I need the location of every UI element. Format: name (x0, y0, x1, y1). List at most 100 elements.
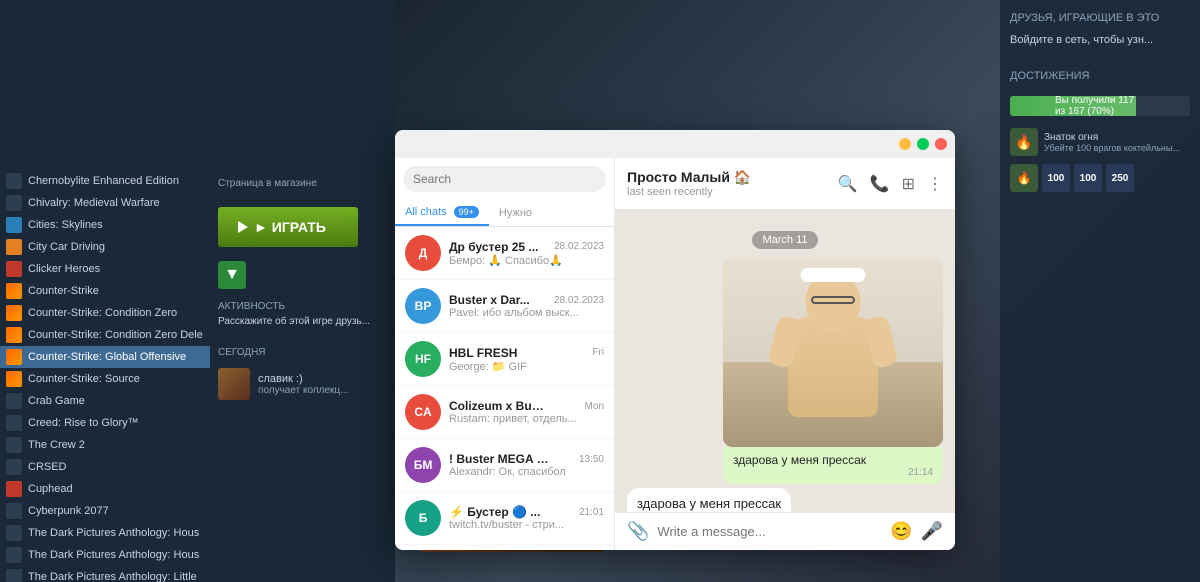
game-name: Crab Game (28, 395, 85, 407)
chat-item[interactable]: БМ! Buster MEGA S...13:50Alexandr: Ок, с… (395, 439, 614, 492)
game-item[interactable]: Counter-Strike: Global Offensive (0, 346, 210, 368)
close-button[interactable] (935, 138, 947, 150)
chat-item[interactable]: BPBuster x Dar...28.02.2023Pavel: ибо ал… (395, 280, 614, 333)
game-list: Chernobylite Enhanced Edition Chivalry: M… (0, 170, 210, 582)
ach-icon-100-2: 100 (1074, 164, 1102, 192)
game-item[interactable]: Counter-Strike: Source (0, 368, 210, 390)
telegram-right-panel: Просто Малый 🏠 last seen recently 🔍 📞 ⊞ … (615, 130, 955, 550)
chat-time: Mon (585, 401, 604, 412)
game-item[interactable]: Chivalry: Medieval Warfare (0, 192, 210, 214)
game-icon (6, 459, 22, 475)
game-item[interactable]: Counter-Strike: Condition Zero Dele (0, 324, 210, 346)
game-icon (6, 437, 22, 453)
game-icon (6, 173, 22, 189)
attach-icon[interactable]: 📎 (627, 521, 649, 542)
chat-avatar: HF (405, 341, 441, 377)
achievement-progress-bar: Вы получили 117 из 167 (70%) (1010, 96, 1190, 116)
game-name: City Car Driving (28, 241, 105, 253)
chat-item[interactable]: HFHBL FRESHFriGeorge: 📁 GIF (395, 333, 614, 386)
player-avatar (218, 368, 250, 400)
search-icon[interactable]: 🔍 (838, 174, 858, 194)
game-icon (6, 503, 22, 519)
game-item[interactable]: Counter-Strike: Condition Zero (0, 302, 210, 324)
game-item[interactable]: The Crew 2 (0, 434, 210, 456)
search-container (395, 158, 614, 200)
ach-icon-fire: 🔥 (1010, 164, 1038, 192)
game-item[interactable]: The Dark Pictures Anthology: Hous (0, 544, 210, 566)
game-name: Cyberpunk 2077 (28, 505, 109, 517)
game-icon (6, 393, 22, 409)
game-item[interactable]: City Car Driving (0, 236, 210, 258)
chat-item[interactable]: Б⚡ Бустер 🔵 ...21:01twitch.tv/buster - с… (395, 492, 614, 545)
store-page-link[interactable]: Страница в магазине (210, 170, 395, 197)
message-input[interactable] (657, 524, 882, 539)
chat-info: Colizeum x Buster ...MonRustam: привет, … (449, 399, 604, 425)
game-name: Chernobylite Enhanced Edition (28, 175, 179, 187)
chat-status: last seen recently (627, 186, 838, 198)
today-label: СЕГОДНЯ (210, 343, 395, 362)
chat-image (723, 257, 943, 447)
maximize-button[interactable] (917, 138, 929, 150)
all-chats-badge: 99+ (454, 206, 479, 218)
nado-tab[interactable]: Нужно (489, 201, 542, 225)
date-divider: March 11 (627, 230, 943, 249)
player-info: славик :) получает коллекц... (258, 373, 348, 396)
game-icon (6, 239, 22, 255)
player-activity-item: славик :) получает коллекц... (210, 362, 395, 406)
game-item[interactable]: The Dark Pictures Anthology: Hous (0, 522, 210, 544)
game-item[interactable]: Cities: Skylines (0, 214, 210, 236)
chat-item[interactable]: ДДр бустер 25 ...28.02.2023Бемро: 🙏 Спас… (395, 227, 614, 280)
game-icon (6, 349, 22, 365)
emoji-icon[interactable]: 😊 (890, 521, 912, 542)
received-message: здарова у меня прессак 21:14 (627, 488, 943, 512)
achievement-icons-row: 🔥 100 100 250 (1000, 160, 1200, 196)
call-icon[interactable]: 📞 (870, 174, 890, 194)
messages-area: March 11 (615, 210, 955, 512)
chat-avatar: БМ (405, 447, 441, 483)
game-icon (6, 371, 22, 387)
game-name: Creed: Rise to Glory™ (28, 417, 139, 429)
chat-preview: Бемро: 🙏 Спасибо🙏 (449, 254, 604, 267)
image-message-bubble: здарова у меня прессак 21:14 (723, 257, 943, 484)
steam-activity-section: АКТИВНОСТЬ Расскажите об этой игре друзь… (210, 293, 395, 343)
more-icon[interactable]: ⋮ (927, 174, 943, 194)
dropdown-button[interactable]: ▼ (218, 261, 246, 289)
all-chats-tab[interactable]: All chats 99+ (395, 200, 489, 226)
chat-item[interactable]: CAColizeum x Buster ...MonRustam: привет… (395, 386, 614, 439)
chat-preview: George: 📁 GIF (449, 360, 604, 373)
game-item[interactable]: The Dark Pictures Anthology: Little (0, 566, 210, 582)
chat-avatar: BP (405, 288, 441, 324)
search-input[interactable] (403, 166, 606, 192)
game-item[interactable]: Counter-Strike (0, 280, 210, 302)
play-button[interactable]: ► ИГРАТЬ (218, 207, 358, 247)
chat-name: ! Buster MEGA S... (449, 452, 549, 466)
game-icon (6, 569, 22, 582)
mic-icon[interactable]: 🎤 (921, 521, 943, 542)
achievement-icon-1: 🔥 (1010, 128, 1038, 156)
layout-icon[interactable]: ⊞ (902, 174, 915, 194)
player-name: славик :) (258, 373, 348, 385)
game-item[interactable]: Crab Game (0, 390, 210, 412)
game-item[interactable]: Cyberpunk 2077 (0, 500, 210, 522)
friends-status: Войдите в сеть, чтобы узн... (1000, 30, 1200, 50)
game-name: Counter-Strike (28, 285, 99, 297)
game-name: Counter-Strike: Condition Zero (28, 307, 177, 319)
game-item[interactable]: Creed: Rise to Glory™ (0, 412, 210, 434)
steam-sidebar: Chernobylite Enhanced Edition Chivalry: M… (0, 0, 210, 582)
ach-icon-100-1: 100 (1042, 164, 1070, 192)
game-item[interactable]: CRSED (0, 456, 210, 478)
game-icon (6, 327, 22, 343)
steam-main-panel: Страница в магазине ► ИГРАТЬ ▼ АКТИВНОСТ… (210, 0, 395, 582)
game-icon (6, 547, 22, 563)
chat-preview: Pavel: ибо альбом выск... (449, 307, 604, 319)
achievement-desc-1: Убейте 100 врагов коктейльны... (1044, 143, 1180, 153)
minimize-button[interactable] (899, 138, 911, 150)
game-name: Counter-Strike: Condition Zero Dele (28, 329, 203, 341)
game-name: The Dark Pictures Anthology: Little (28, 571, 197, 582)
game-item[interactable]: Chernobylite Enhanced Edition (0, 170, 210, 192)
game-item[interactable]: Clicker Heroes (0, 258, 210, 280)
chat-item[interactable]: 💾Saved Messages20:50📷 Photo (395, 545, 614, 550)
chat-list: ДДр бустер 25 ...28.02.2023Бемро: 🙏 Спас… (395, 227, 614, 550)
game-item[interactable]: Cuphead (0, 478, 210, 500)
player-action: получает коллекц... (258, 385, 348, 396)
